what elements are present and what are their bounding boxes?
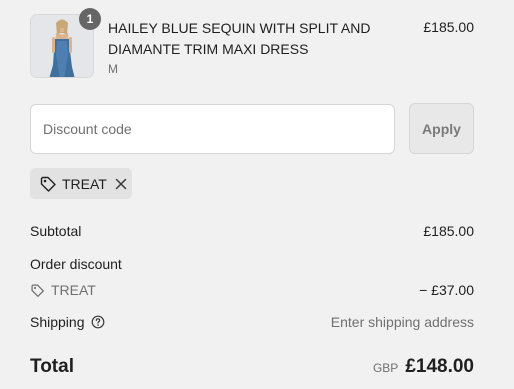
shipping-label: Shipping [30,314,85,330]
help-circle-icon[interactable] [91,315,105,329]
product-variant: M [108,62,118,76]
discount-value: − £37.00 [419,282,474,298]
tag-icon [39,175,57,193]
subtotal-row: Subtotal £185.00 [30,223,474,239]
line-item: 1 HAILEY BLUE SEQUIN WITH SPLIT AND DIAM… [30,8,474,80]
shipping-row: Shipping Enter shipping address [30,314,474,330]
subtotal-value: £185.00 [423,223,474,239]
order-discount-label: Order discount [30,256,122,272]
product-price: £185.00 [423,19,474,35]
total-label: Total [30,356,74,377]
quantity-badge: 1 [79,8,101,30]
shipping-value: Enter shipping address [330,314,474,330]
discount-row: TREAT − £37.00 [30,282,474,298]
tag-icon [30,283,45,298]
currency-code: GBP [372,361,399,375]
total-row: Total GBP £148.00 [30,356,474,382]
total-amount: £148.00 [405,356,474,377]
applied-discount-chip: TREAT [30,168,132,199]
discount-code-label: TREAT [51,282,96,298]
subtotal-label: Subtotal [30,223,82,239]
product-title: HAILEY BLUE SEQUIN WITH SPLIT AND DIAMAN… [108,20,371,57]
apply-button[interactable]: Apply [409,103,474,154]
remove-discount-icon[interactable] [115,178,127,190]
discount-code-input[interactable] [30,104,395,154]
applied-discount-code: TREAT [62,175,107,192]
